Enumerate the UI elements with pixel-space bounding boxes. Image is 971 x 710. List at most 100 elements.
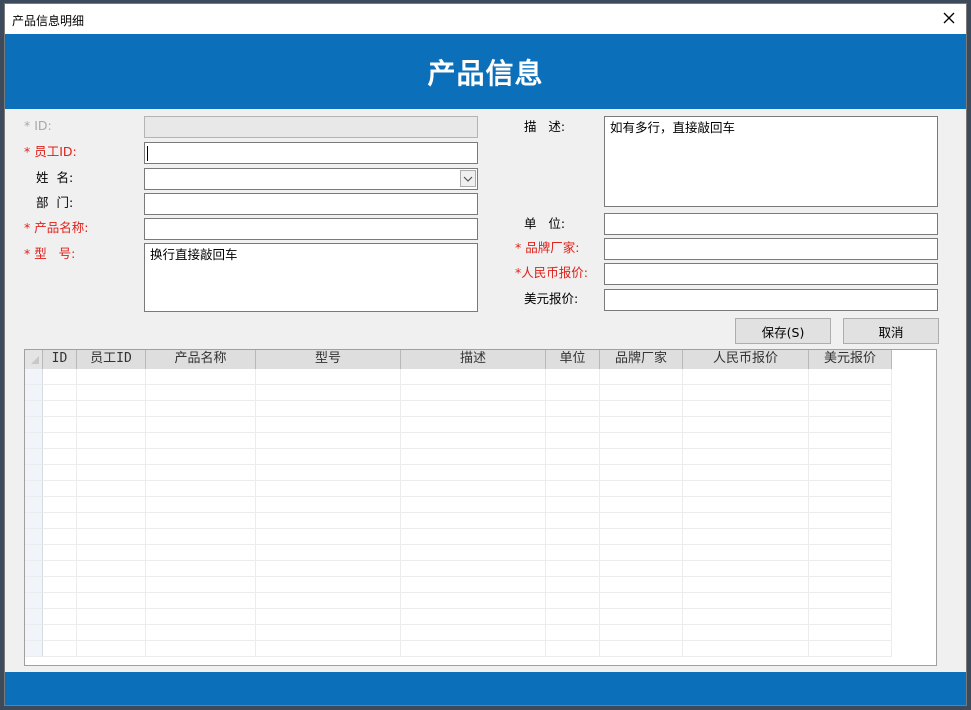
rmb-price-field[interactable] xyxy=(604,263,938,285)
grid-cell xyxy=(809,385,892,401)
grid-cell xyxy=(146,513,256,529)
grid-cell xyxy=(77,401,146,417)
grid-cell xyxy=(809,561,892,577)
grid-cell xyxy=(43,417,77,433)
close-button[interactable] xyxy=(938,7,960,29)
grid-cell xyxy=(809,641,892,657)
brand-field[interactable] xyxy=(604,238,938,260)
grid-cell xyxy=(146,417,256,433)
cancel-button[interactable]: 取消 xyxy=(843,318,939,344)
grid-cell xyxy=(146,369,256,385)
row-header-cell xyxy=(25,401,43,417)
grid-cell xyxy=(401,545,546,561)
column-header-employee-id[interactable]: 员工ID xyxy=(77,350,146,369)
grid-cell xyxy=(43,401,77,417)
employee-id-field[interactable] xyxy=(144,142,478,164)
grid-cell xyxy=(546,529,600,545)
description-label: 描 述: xyxy=(524,119,566,134)
grid-cell xyxy=(683,401,809,417)
grid-cell xyxy=(809,513,892,529)
column-header-usd-price[interactable]: 美元报价 xyxy=(809,350,892,369)
grid-cell xyxy=(77,625,146,641)
grid-cell xyxy=(683,593,809,609)
id-field[interactable] xyxy=(144,116,478,138)
empty-grid-row xyxy=(25,529,892,545)
grid-cell xyxy=(43,433,77,449)
grid-cell xyxy=(256,465,401,481)
row-header-cell xyxy=(25,497,43,513)
grid-cell xyxy=(77,545,146,561)
grid-cell xyxy=(546,433,600,449)
grid-cell xyxy=(546,545,600,561)
name-dropdown[interactable] xyxy=(144,168,478,190)
grid-cell xyxy=(600,545,683,561)
grid-cell xyxy=(600,497,683,513)
grid-cell xyxy=(43,369,77,385)
grid-cell xyxy=(146,449,256,465)
grid-cell xyxy=(546,449,600,465)
grid-cell xyxy=(77,593,146,609)
grid-cell xyxy=(146,497,256,513)
row-header-cell xyxy=(25,465,43,481)
grid-cell xyxy=(256,641,401,657)
grid-cell xyxy=(809,465,892,481)
grid-cell xyxy=(809,449,892,465)
row-header-cell xyxy=(25,529,43,545)
grid-cell xyxy=(401,577,546,593)
grid-cell xyxy=(43,545,77,561)
grid-cell xyxy=(600,641,683,657)
column-header-unit[interactable]: 单位 xyxy=(546,350,600,369)
grid-cell xyxy=(77,513,146,529)
grid-cell xyxy=(401,609,546,625)
name-dropdown-button[interactable] xyxy=(460,170,476,187)
chevron-down-icon xyxy=(463,176,473,182)
grid-cell xyxy=(77,529,146,545)
model-textarea[interactable]: 换行直接敲回车 xyxy=(144,243,478,312)
column-header-description[interactable]: 描述 xyxy=(401,350,546,369)
row-header-cell xyxy=(25,433,43,449)
grid-cell xyxy=(546,385,600,401)
brand-label: * 品牌厂家: xyxy=(515,240,580,255)
row-header-cell xyxy=(25,625,43,641)
column-header-id[interactable]: ID xyxy=(43,350,77,369)
grid-cell xyxy=(600,577,683,593)
grid-cell xyxy=(256,369,401,385)
column-header-product-name[interactable]: 产品名称 xyxy=(146,350,256,369)
save-button[interactable]: 保存(S) xyxy=(735,318,831,344)
row-header-cell xyxy=(25,417,43,433)
grid-cell xyxy=(401,513,546,529)
grid-cell xyxy=(809,529,892,545)
grid-cell xyxy=(43,449,77,465)
row-header-cell xyxy=(25,609,43,625)
model-label: * 型 号: xyxy=(24,246,76,261)
column-header-model[interactable]: 型号 xyxy=(256,350,401,369)
grid-cell xyxy=(401,497,546,513)
select-all-corner[interactable] xyxy=(25,350,43,369)
grid-cell xyxy=(401,449,546,465)
grid-cell xyxy=(77,417,146,433)
column-header-rmb-price[interactable]: 人民币报价 xyxy=(683,350,809,369)
grid-cell xyxy=(146,385,256,401)
grid-cell xyxy=(809,577,892,593)
grid-cell xyxy=(683,561,809,577)
description-textarea[interactable]: 如有多行，直接敲回车 xyxy=(604,116,938,207)
grid-cell xyxy=(43,497,77,513)
grid-cell xyxy=(683,417,809,433)
grid-cell xyxy=(77,433,146,449)
grid-cell xyxy=(401,433,546,449)
text-cursor xyxy=(147,146,148,161)
empty-grid-row xyxy=(25,369,892,385)
product-name-field[interactable] xyxy=(144,218,478,240)
grid-cell xyxy=(809,593,892,609)
grid-cell xyxy=(546,577,600,593)
corner-triangle-icon xyxy=(31,356,39,364)
product-grid[interactable]: ID 员工ID 产品名称 型号 描述 单位 品牌厂家 人民币报价 美元报价 xyxy=(24,349,937,666)
grid-cell xyxy=(401,593,546,609)
usd-price-field[interactable] xyxy=(604,289,938,311)
grid-cell xyxy=(43,577,77,593)
department-field[interactable] xyxy=(144,193,478,215)
unit-field[interactable] xyxy=(604,213,938,235)
grid-cell xyxy=(600,417,683,433)
column-header-brand[interactable]: 品牌厂家 xyxy=(600,350,683,369)
empty-grid-row xyxy=(25,497,892,513)
